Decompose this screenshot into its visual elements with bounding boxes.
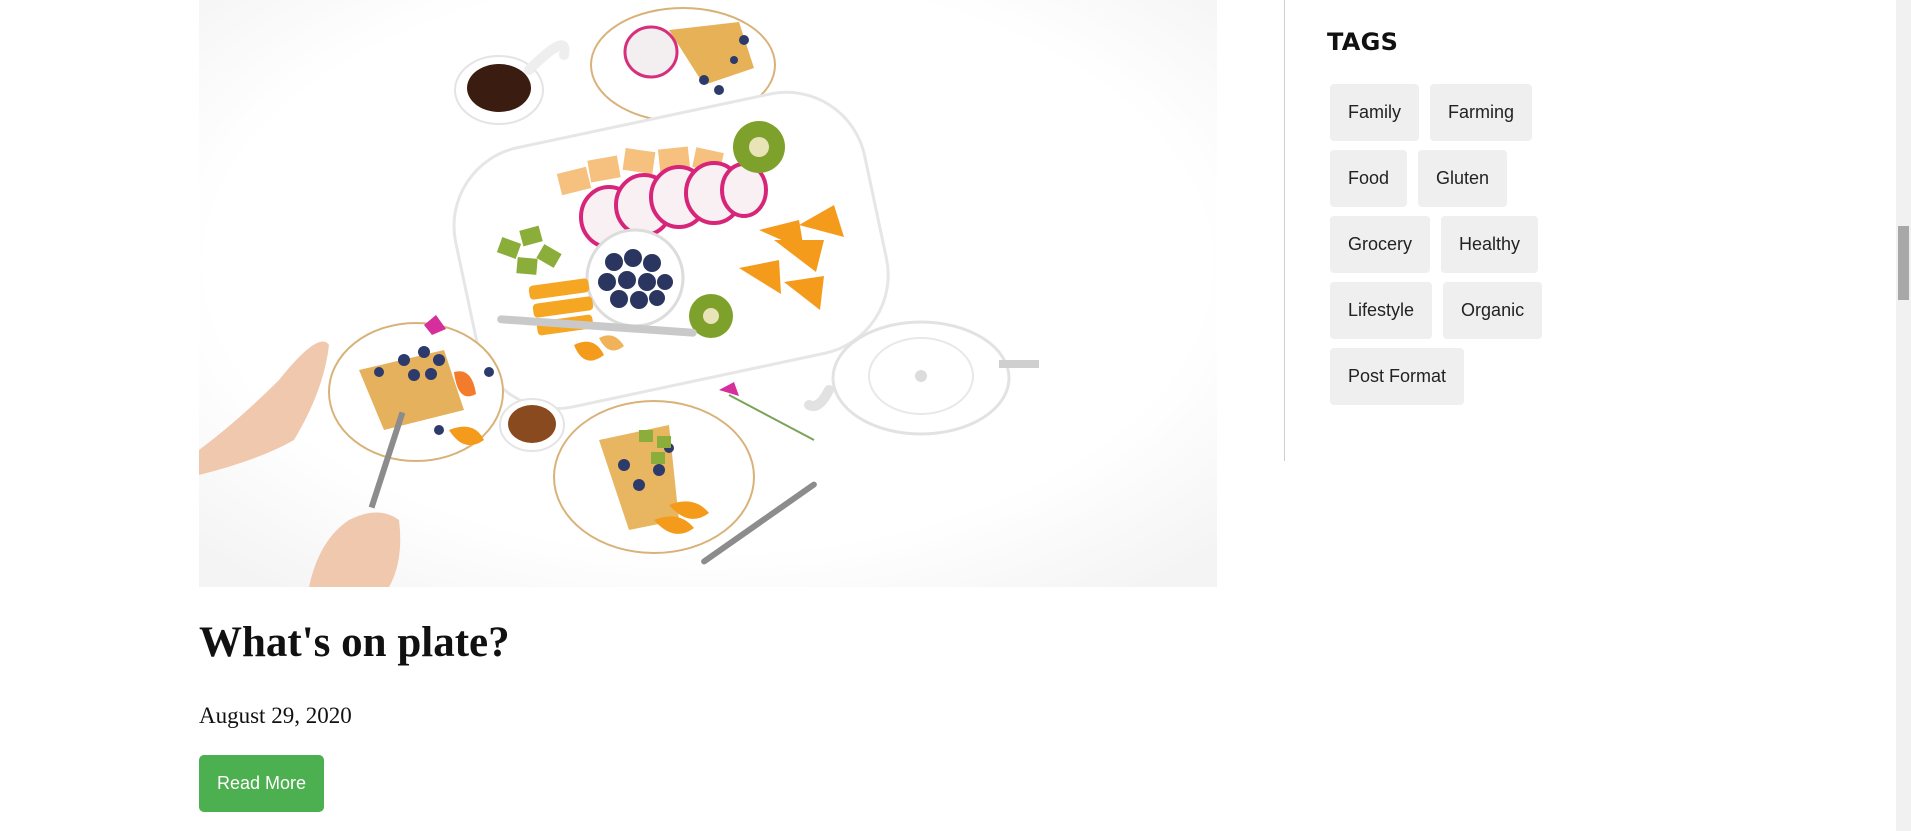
tag-farming[interactable]: Farming — [1430, 84, 1533, 141]
post-title[interactable]: What's on plate? — [199, 618, 510, 667]
tag-healthy[interactable]: Healthy — [1441, 216, 1539, 273]
read-more-button[interactable]: Read More — [199, 755, 324, 812]
post-date: August 29, 2020 — [199, 703, 352, 728]
bottom-plate — [553, 400, 755, 554]
tag-family[interactable]: Family — [1330, 84, 1419, 141]
sidebar-divider — [1284, 0, 1285, 461]
blog-post — [199, 0, 1217, 587]
tag-grocery[interactable]: Grocery — [1330, 216, 1431, 273]
sidebar: TAGS Family Farming Food Gluten Grocery Healt… — [1327, 28, 1767, 414]
tag-post-format[interactable]: Post Format — [1330, 348, 1465, 405]
tag-organic[interactable]: Organic — [1443, 282, 1543, 339]
syrup-cup — [499, 398, 565, 452]
food-illustration — [199, 0, 1217, 587]
post-featured-image[interactable] — [199, 0, 1217, 587]
tag-gluten[interactable]: Gluten — [1418, 150, 1508, 207]
page-scrollbar[interactable] — [1896, 0, 1911, 831]
tags-heading: TAGS — [1327, 28, 1399, 56]
tag-cloud: Family Farming Food Gluten Grocery HealthyLif… — [1330, 84, 1570, 414]
scrollbar-thumb[interactable] — [1898, 226, 1909, 300]
tag-food[interactable]: Food — [1330, 150, 1408, 207]
tag-lifestyle[interactable]: Lifestyle — [1330, 282, 1433, 339]
